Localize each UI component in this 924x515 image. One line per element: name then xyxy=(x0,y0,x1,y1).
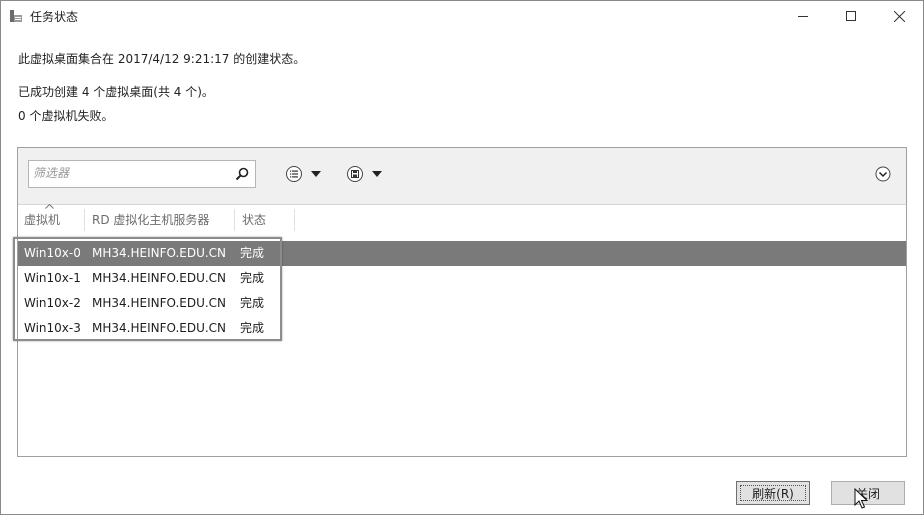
save-query-button[interactable] xyxy=(346,165,382,183)
column-header-vm-label: 虚拟机 xyxy=(24,213,61,227)
vm-status-panel: 虚拟机 RD 虚拟化主机服务器 状态 Win10x-0 MH34.HEINFO.… xyxy=(17,147,907,457)
host-cell: MH34.HEINFO.EDU.CN xyxy=(92,296,227,310)
maximize-icon xyxy=(846,11,856,21)
table-row[interactable]: Win10x-1 MH34.HEINFO.EDU.CN 完成 xyxy=(18,266,906,291)
filter-toolbar xyxy=(18,148,906,205)
close-icon xyxy=(893,10,905,22)
column-divider xyxy=(294,209,295,231)
focus-rectangle xyxy=(740,485,806,501)
creation-status-message: 此虚拟桌面集合在 2017/4/12 9:21:17 的创建状态。 xyxy=(18,52,306,66)
status-cell: 完成 xyxy=(240,246,265,260)
minimize-button[interactable] xyxy=(780,0,826,32)
vm-name-cell: Win10x-3 xyxy=(24,321,81,335)
filter-input[interactable] xyxy=(33,164,223,182)
title-bar: 任务状态 xyxy=(0,0,924,32)
list-options-button[interactable] xyxy=(285,165,321,183)
column-divider xyxy=(234,209,235,231)
dropdown-arrow-icon xyxy=(311,171,321,177)
sort-ascending-icon xyxy=(45,204,54,209)
success-count-message: 已成功创建 4 个虚拟桌面(共 4 个)。 xyxy=(18,85,214,99)
minimize-icon xyxy=(798,16,808,17)
dropdown-arrow-icon xyxy=(372,171,382,177)
search-icon xyxy=(235,167,249,181)
refresh-button[interactable]: 刷新(R) xyxy=(736,481,810,505)
status-cell: 完成 xyxy=(240,296,265,310)
vm-name-cell: Win10x-1 xyxy=(24,271,81,285)
close-window-button[interactable] xyxy=(876,0,922,32)
filter-box xyxy=(28,160,256,188)
host-cell: MH34.HEINFO.EDU.CN xyxy=(92,321,227,335)
column-header-host[interactable]: RD 虚拟化主机服务器 xyxy=(86,205,238,235)
expand-circle-icon[interactable] xyxy=(875,166,891,182)
close-button[interactable]: 关闭 xyxy=(831,481,905,505)
column-header-status[interactable]: 状态 xyxy=(236,205,296,235)
table-row[interactable]: Win10x-2 MH34.HEINFO.EDU.CN 完成 xyxy=(18,291,906,316)
column-header-status-label: 状态 xyxy=(242,213,267,227)
maximize-button[interactable] xyxy=(828,0,874,32)
host-cell: MH34.HEINFO.EDU.CN xyxy=(92,271,227,285)
status-cell: 完成 xyxy=(240,321,265,335)
column-divider xyxy=(84,209,85,231)
list-options-icon xyxy=(286,166,302,182)
status-cell: 完成 xyxy=(240,271,265,285)
search-button[interactable] xyxy=(232,164,252,184)
column-header-vm[interactable]: 虚拟机 xyxy=(18,204,86,235)
save-query-icon xyxy=(347,166,363,182)
table-row[interactable]: Win10x-3 MH34.HEINFO.EDU.CN 完成 xyxy=(18,316,906,341)
column-headers: 虚拟机 RD 虚拟化主机服务器 状态 xyxy=(18,204,906,235)
vm-name-cell: Win10x-0 xyxy=(24,246,81,260)
task-status-icon xyxy=(10,10,22,22)
mouse-cursor-icon xyxy=(854,488,868,509)
host-cell: MH34.HEINFO.EDU.CN xyxy=(92,246,227,260)
window-title: 任务状态 xyxy=(30,10,79,24)
column-header-host-label: RD 虚拟化主机服务器 xyxy=(92,213,210,227)
vm-name-cell: Win10x-2 xyxy=(24,296,81,310)
table-row[interactable]: Win10x-0 MH34.HEINFO.EDU.CN 完成 xyxy=(18,241,906,266)
failure-count-message: 0 个虚拟机失败。 xyxy=(18,109,114,123)
